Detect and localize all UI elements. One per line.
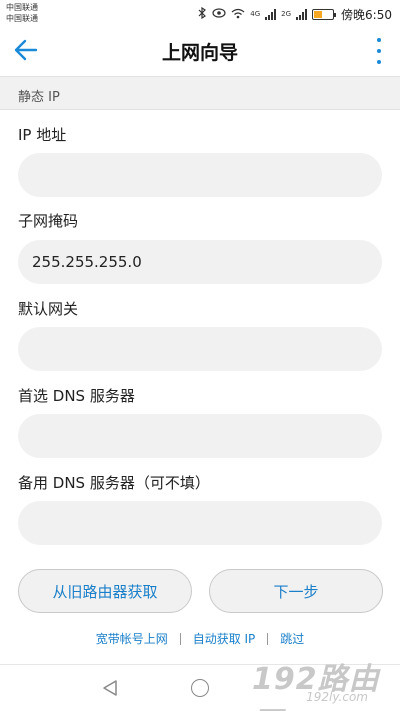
next-step-button[interactable]: 下一步 (209, 569, 383, 613)
divider (179, 632, 181, 645)
ip-address-input[interactable] (18, 153, 382, 197)
watermark: 192路由网 192ly.com (252, 654, 398, 711)
battery-icon (312, 8, 337, 20)
status-bar: 中国联通 中国联通 4G 2G 傍晚6:50 (0, 0, 400, 28)
carrier-1: 中国联通 (6, 3, 38, 12)
primary-dns-input[interactable] (18, 414, 382, 458)
broadband-account-link[interactable]: 宽带帐号上网 (96, 630, 168, 647)
clock: 傍晚6:50 (341, 7, 392, 22)
app-header: 上网向导 (0, 28, 400, 72)
status-icons: 4G 2G 傍晚6:50 (198, 5, 392, 23)
more-vert-icon[interactable] (374, 38, 384, 64)
signal-2-icon (296, 8, 308, 20)
primary-dns-label: 首选 DNS 服务器 (18, 387, 135, 405)
triangle-back-icon[interactable] (101, 679, 119, 701)
bottom-links: 宽带帐号上网 自动获取 IP 跳过 (0, 630, 400, 647)
secondary-dns-input[interactable] (18, 501, 382, 545)
skip-link[interactable]: 跳过 (280, 630, 304, 647)
section-header: 静态 IP (0, 76, 400, 110)
net-type-1: 4G (250, 9, 261, 18)
ip-address-label: IP 地址 (18, 126, 67, 144)
bluetooth-icon (198, 6, 207, 21)
section-title: 静态 IP (18, 90, 60, 105)
eye-icon (212, 8, 226, 20)
subnet-mask-input[interactable] (18, 240, 382, 284)
page-title: 上网向导 (161, 42, 238, 64)
auto-ip-link[interactable]: 自动获取 IP (193, 630, 256, 647)
get-from-old-router-button[interactable]: 从旧路由器获取 (18, 569, 192, 613)
subnet-mask-label: 子网掩码 (18, 212, 79, 230)
signal-1-icon (265, 8, 277, 20)
gateway-input[interactable] (18, 327, 382, 371)
watermark-sub: 192ly.com (306, 690, 368, 704)
net-type-2: 2G (281, 9, 292, 18)
wifi-icon (231, 8, 245, 21)
circle-home-icon[interactable] (191, 679, 209, 697)
gateway-label: 默认网关 (18, 300, 79, 318)
secondary-dns-label: 备用 DNS 服务器（可不填） (18, 474, 210, 492)
carrier-2: 中国联通 (6, 14, 38, 23)
divider (267, 632, 269, 645)
